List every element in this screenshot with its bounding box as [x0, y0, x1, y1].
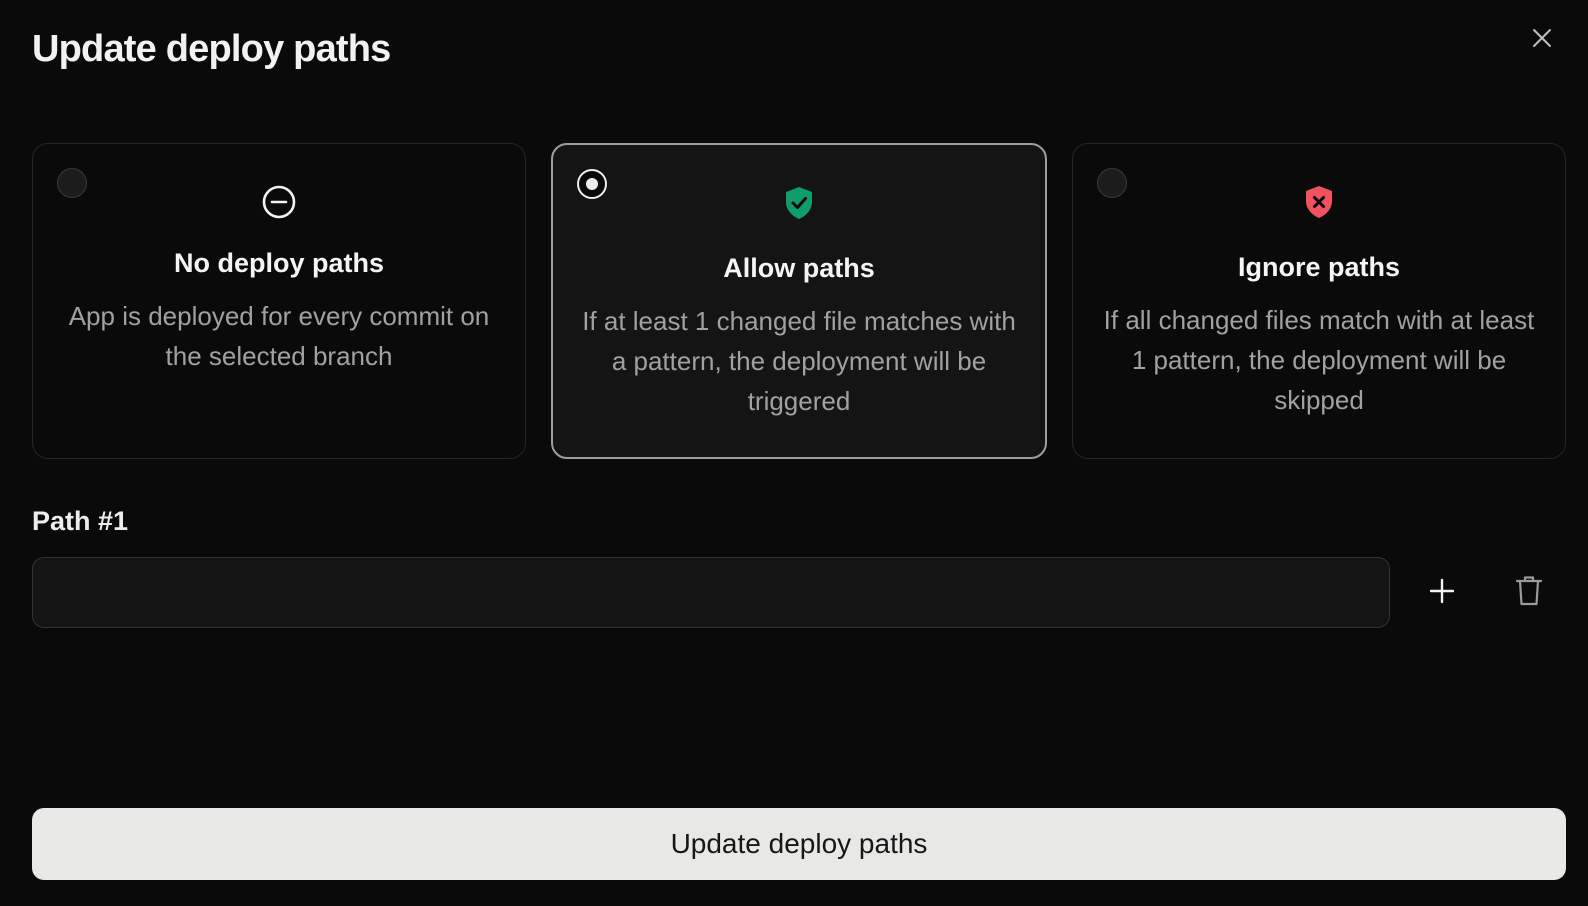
trash-icon	[1515, 575, 1543, 612]
update-deploy-paths-dialog: Update deploy paths No deploy paths App …	[0, 0, 1588, 906]
add-path-button[interactable]	[1423, 574, 1461, 612]
deploy-path-options: No deploy paths App is deployed for ever…	[32, 143, 1566, 459]
radio-allow-paths[interactable]	[577, 169, 607, 199]
path-input[interactable]	[32, 557, 1390, 628]
option-description: App is deployed for every commit on the …	[68, 301, 490, 371]
plus-icon	[1429, 578, 1455, 609]
shield-x-icon	[1301, 184, 1337, 220]
option-title: No deploy paths	[173, 248, 384, 278]
dialog-title: Update deploy paths	[32, 28, 391, 70]
close-icon	[1530, 26, 1554, 55]
option-description: If at least 1 changed file matches with …	[582, 306, 1016, 416]
update-deploy-paths-button[interactable]: Update deploy paths	[32, 808, 1566, 880]
option-title: Ignore paths	[1237, 252, 1400, 282]
option-description: If all changed files match with at least…	[1103, 305, 1535, 415]
radio-no-deploy-paths[interactable]	[57, 168, 87, 198]
option-ignore-paths[interactable]: Ignore paths If all changed files match …	[1072, 143, 1566, 459]
option-title: Allow paths	[723, 253, 875, 283]
delete-path-button[interactable]	[1510, 574, 1548, 612]
minus-circle-icon	[261, 184, 297, 220]
option-allow-paths[interactable]: Allow paths If at least 1 changed file m…	[551, 143, 1047, 459]
path-label: Path #1	[32, 506, 129, 536]
shield-check-icon	[781, 185, 817, 221]
radio-ignore-paths[interactable]	[1097, 168, 1127, 198]
option-no-deploy-paths[interactable]: No deploy paths App is deployed for ever…	[32, 143, 526, 459]
close-button[interactable]	[1526, 24, 1558, 56]
